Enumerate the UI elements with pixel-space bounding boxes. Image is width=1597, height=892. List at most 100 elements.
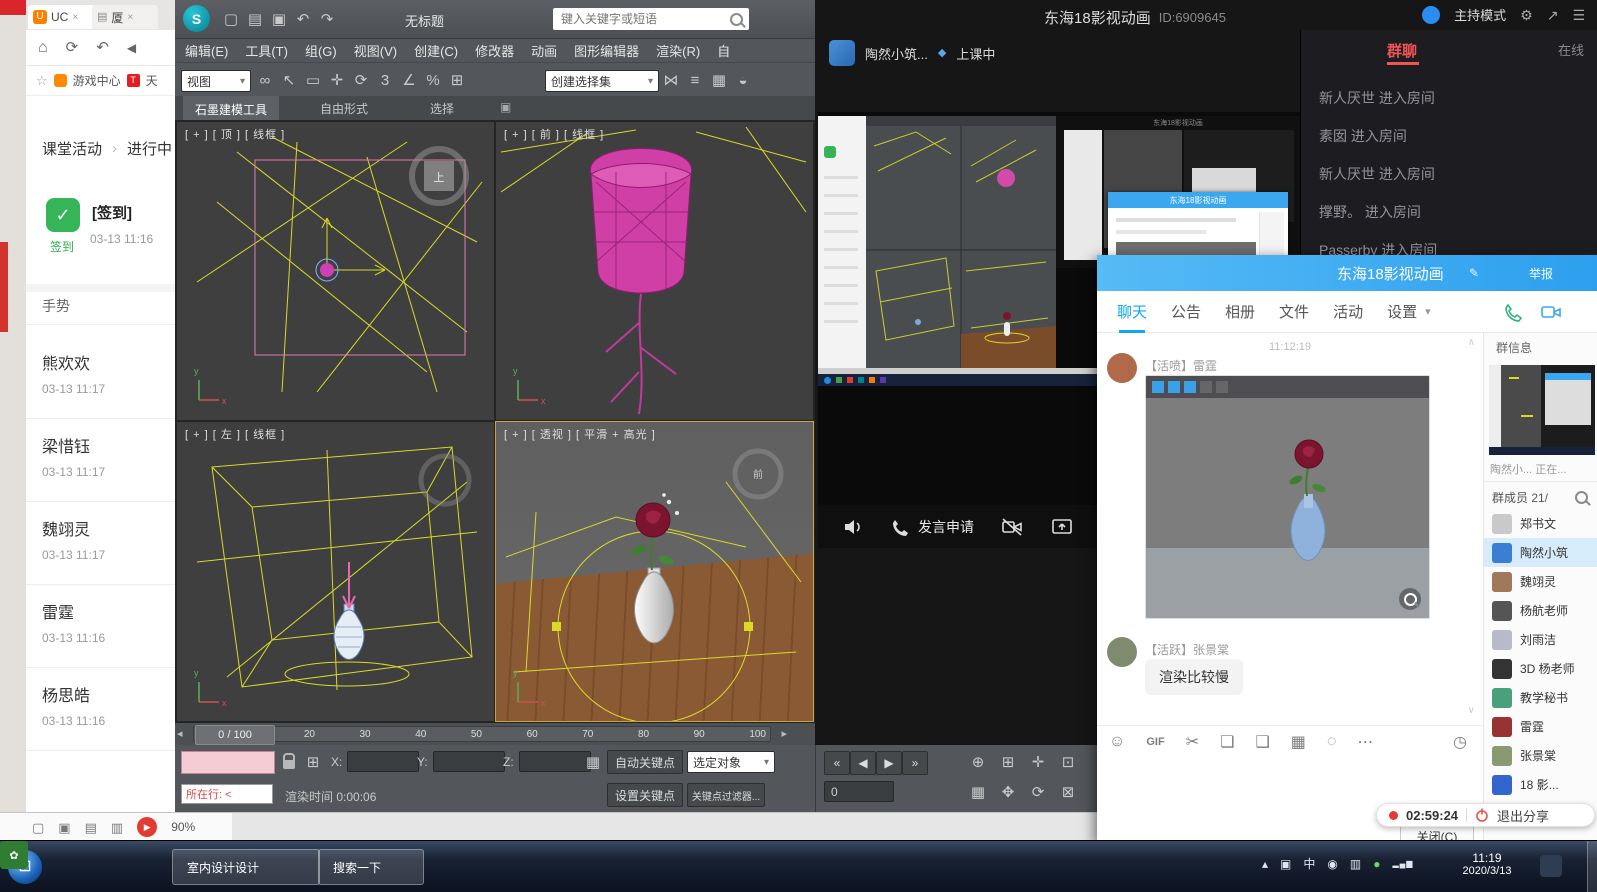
member-search-icon[interactable]: [1575, 491, 1588, 504]
layout-icon-2[interactable]: ▣: [58, 821, 70, 834]
ribbon-collapse-icon[interactable]: ▣: [500, 101, 511, 113]
viewport-top[interactable]: [ + ] [ 顶 ] [ 线框 ] 上 x y: [177, 122, 494, 420]
message-sender[interactable]: 【活跃】张景棠: [1145, 641, 1229, 658]
video-call-icon[interactable]: [1539, 301, 1563, 323]
chat-record-icon[interactable]: ❑: [1255, 732, 1269, 752]
current-frame-field[interactable]: 0: [824, 781, 894, 802]
maxscript-listener-pink[interactable]: [181, 751, 275, 774]
tab-freeform[interactable]: 自由形式: [320, 100, 368, 117]
go-to-end-button[interactable]: »: [902, 751, 928, 775]
signin-title[interactable]: [签到]: [92, 202, 132, 223]
tab-chat[interactable]: 聊天: [1117, 301, 1147, 322]
viewport-front[interactable]: [ + ] [ 前 ] [ 线框 ] x y: [496, 122, 813, 420]
search-icon[interactable]: [730, 13, 743, 26]
mirror-icon[interactable]: ⋈: [659, 69, 683, 91]
menu-customize[interactable]: 自: [717, 41, 730, 60]
popout-icon[interactable]: ↗: [1547, 8, 1559, 22]
taskbar-clock[interactable]: 11:19 2020/3/13: [1448, 851, 1526, 877]
online-label[interactable]: 在线: [1558, 40, 1584, 59]
sharing-thumbnail[interactable]: [1489, 365, 1595, 455]
tray-ime-icon[interactable]: 中: [1303, 855, 1315, 872]
tab-group-chat[interactable]: 群聊: [1387, 40, 1417, 61]
menu-edit[interactable]: 编辑(E): [185, 41, 228, 60]
scroll-down-icon[interactable]: ∨: [1468, 705, 1475, 716]
viewport-label[interactable]: [ + ] [ 前 ] [ 线框 ]: [504, 126, 604, 142]
play-button[interactable]: ▶: [876, 751, 902, 775]
menu-rendering[interactable]: 渲染(R): [656, 41, 700, 60]
tab-files[interactable]: 文件: [1279, 301, 1309, 322]
orbit-icon[interactable]: ✥: [996, 781, 1020, 803]
close-icon[interactable]: ×: [127, 12, 133, 23]
selected-filter-dropdown[interactable]: 选定对象 ▾: [687, 751, 775, 773]
x-field[interactable]: [347, 751, 419, 772]
camera-off-icon[interactable]: [1000, 516, 1024, 538]
network-icon[interactable]: ▂▄▆: [1392, 859, 1413, 868]
member-row[interactable]: 张景棠: [1484, 741, 1597, 770]
menu-group[interactable]: 组(G): [305, 41, 337, 60]
member-row[interactable]: 18 影...: [1484, 770, 1597, 799]
percent-snap-icon[interactable]: %: [421, 69, 445, 91]
tab-activity[interactable]: 活动: [1333, 301, 1363, 322]
browser-tab-uc[interactable]: U UC ×: [28, 5, 96, 29]
layer-manager-icon[interactable]: ▦: [707, 69, 731, 91]
move-icon[interactable]: ✛: [325, 69, 349, 91]
message-image[interactable]: [1145, 375, 1430, 619]
qq-message-input[interactable]: [1097, 758, 1483, 800]
tab-selection[interactable]: 选择: [430, 100, 454, 117]
more-icon[interactable]: ⋯: [1357, 732, 1373, 752]
star-icon[interactable]: ☆: [36, 74, 48, 87]
search-input[interactable]: [559, 11, 724, 27]
angle-snap-icon[interactable]: ∠: [397, 69, 421, 91]
viewport-label[interactable]: [ + ] [ 透视 ] [ 平滑 + 高光 ]: [504, 426, 656, 442]
link-icon[interactable]: ∞: [253, 69, 277, 91]
edit-icon[interactable]: ✎: [1469, 267, 1479, 279]
request-speak-button[interactable]: 发言申请: [890, 517, 974, 537]
smiley-icon[interactable]: ☺: [1109, 733, 1125, 751]
maxscript-listener-white[interactable]: 所在行: <: [181, 784, 273, 804]
member-row[interactable]: 郑书文: [1484, 509, 1597, 538]
timeline-prev-button[interactable]: ◂: [177, 727, 183, 740]
maximize-viewport-icon[interactable]: ⊡: [1056, 751, 1080, 773]
breadcrumb-activities[interactable]: 课堂活动: [42, 138, 102, 159]
taskbar-window-button[interactable]: 室内设计设计: [172, 849, 320, 885]
taskbar-app-icon[interactable]: ✿: [0, 841, 28, 869]
go-to-start-button[interactable]: «: [824, 751, 850, 775]
avatar[interactable]: [1107, 353, 1137, 383]
save-icon[interactable]: ▣: [267, 8, 291, 30]
viewcube-front-face[interactable]: 前: [753, 468, 763, 481]
gif-icon[interactable]: GIF: [1146, 736, 1164, 748]
material-editor-icon[interactable]: ◒: [731, 69, 755, 91]
taskbar-app-icon[interactable]: [1540, 855, 1562, 877]
new-file-icon[interactable]: ▢: [219, 8, 243, 30]
refresh-icon[interactable]: ⟳: [66, 40, 79, 55]
folder-icon[interactable]: ❏: [1220, 732, 1234, 752]
voice-call-icon[interactable]: [1503, 301, 1525, 323]
snap-toggle-icon[interactable]: 3: [373, 69, 397, 91]
member-row[interactable]: 雷霆: [1484, 712, 1597, 741]
spinner-snap-icon[interactable]: ⊞: [445, 69, 469, 91]
zoom-icon[interactable]: ⊕: [966, 751, 990, 773]
select-region-icon[interactable]: ▭: [301, 69, 325, 91]
tab-group-info[interactable]: 群信息: [1496, 339, 1532, 356]
select-icon[interactable]: ↖: [277, 69, 301, 91]
viewcube-top-face[interactable]: 上: [434, 171, 445, 184]
show-desktop-button[interactable]: [1587, 841, 1597, 892]
zoom-level[interactable]: 90%: [171, 820, 195, 834]
favorite-game-center[interactable]: 游戏中心: [73, 72, 121, 89]
member-row[interactable]: 陶然小筑: [1484, 538, 1597, 567]
tab-gesture[interactable]: 手势: [42, 296, 70, 316]
layout-icon-4[interactable]: ▥: [111, 821, 123, 834]
close-icon[interactable]: ×: [72, 12, 78, 23]
menu-graph-editors[interactable]: 图形编辑器: [574, 41, 639, 60]
timeline-ruler[interactable]: 0 10 20 30 40 50 60 70 80 90 100: [193, 726, 771, 742]
max-logo-icon[interactable]: S: [183, 5, 210, 32]
scroll-up-icon[interactable]: ∧: [1468, 337, 1475, 348]
share-screen-icon[interactable]: [1050, 516, 1074, 538]
viewport-left[interactable]: [ + ] [ 左 ] [ 线框 ] x y: [177, 422, 494, 721]
redo-icon[interactable]: ↷: [315, 8, 339, 30]
member-row[interactable]: 教学秘书: [1484, 683, 1597, 712]
video-play-icon[interactable]: ▶: [137, 817, 157, 837]
auto-key-button[interactable]: 自动关键点: [607, 750, 683, 774]
tray-app-icon[interactable]: ▥: [1350, 857, 1361, 871]
field-of-view-icon[interactable]: ⟳: [1026, 781, 1050, 803]
